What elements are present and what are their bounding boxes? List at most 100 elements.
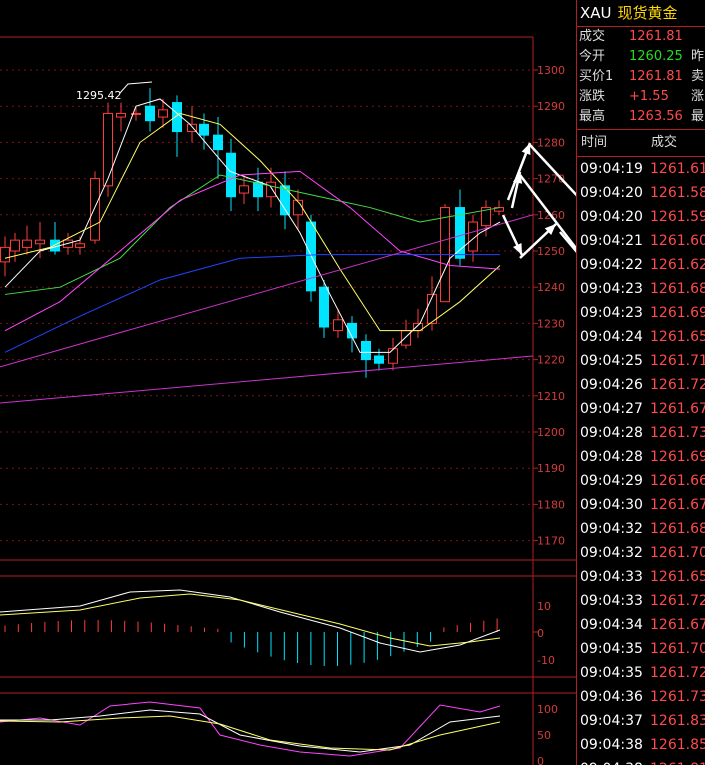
candle-body bbox=[22, 239, 32, 248]
tick-price: 1261.85 bbox=[650, 737, 705, 753]
y-tick-label: 1240 bbox=[537, 281, 565, 294]
candle-body bbox=[116, 112, 126, 118]
tick-row: 09:04:22 1261.62 bbox=[577, 253, 705, 277]
candle-body bbox=[0, 246, 10, 263]
tick-time: 09:04:32 bbox=[580, 521, 643, 537]
tick-price: 1261.66 bbox=[650, 473, 705, 489]
ma10-line bbox=[4, 112, 501, 332]
tick-price: 1261.68 bbox=[650, 281, 705, 297]
tick-row: 09:04:20 1261.59 bbox=[577, 205, 705, 229]
tick-row: 09:04:28 1261.69 bbox=[577, 445, 705, 469]
tick-price: 1261.73 bbox=[650, 425, 705, 441]
tick-row: 09:04:23 1261.69 bbox=[577, 301, 705, 325]
tick-price: 1261.58 bbox=[650, 185, 705, 201]
tick-price: 1261.67 bbox=[650, 401, 705, 417]
tick-row: 09:04:33 1261.65 bbox=[577, 565, 705, 589]
quote-label: 今开 bbox=[579, 49, 606, 64]
macd-tick-label: -10 bbox=[537, 654, 555, 667]
high-marker bbox=[119, 81, 153, 94]
tick-time: 09:04:37 bbox=[580, 713, 643, 729]
tick-list[interactable]: 09:04:19 1261.61 09:04:20 1261.58 09:04:20 12… bbox=[577, 157, 705, 765]
tick-price: 1261.83 bbox=[650, 713, 705, 729]
tick-row: 09:04:35 1261.70 bbox=[577, 637, 705, 661]
quote-label: 最高 bbox=[579, 109, 606, 124]
quote-label: 成交 bbox=[579, 29, 606, 44]
tick-time: 09:04:33 bbox=[580, 593, 643, 609]
tick-time: 09:04:23 bbox=[580, 305, 643, 321]
y-tick-label: 1280 bbox=[537, 136, 565, 149]
quote-right-label: 最 bbox=[691, 109, 705, 124]
tick-price: 1261.65 bbox=[650, 329, 705, 345]
tick-time: 09:04:26 bbox=[580, 377, 643, 393]
y-tick-label: 1210 bbox=[537, 390, 565, 403]
tick-time: 09:04:20 bbox=[580, 185, 643, 201]
quote-label: 买价1 bbox=[579, 69, 614, 84]
candle-body bbox=[75, 243, 85, 248]
quote-value: 1261.81 bbox=[629, 69, 683, 84]
y-tick-label: 1190 bbox=[537, 462, 565, 475]
tick-price: 1261.61 bbox=[650, 161, 705, 177]
tick-price: 1261.67 bbox=[650, 617, 705, 633]
candle-body bbox=[172, 102, 182, 133]
tick-price: 1261.81 bbox=[650, 757, 705, 765]
symbol-name: 现货黄金 bbox=[617, 4, 678, 22]
tick-time: 09:04:25 bbox=[580, 353, 643, 369]
tick-row: 09:04:23 1261.68 bbox=[577, 277, 705, 301]
candle-body bbox=[199, 123, 209, 136]
ma5-line bbox=[4, 98, 501, 353]
quote-right-label: 涨 bbox=[691, 89, 705, 104]
quote-right-label: 卖 bbox=[691, 69, 705, 84]
trend-line bbox=[0, 355, 534, 404]
tick-price: 1261.62 bbox=[650, 257, 705, 273]
candle-body bbox=[10, 239, 20, 252]
macd-tick-label: 10 bbox=[537, 600, 551, 613]
candle-body bbox=[158, 109, 168, 118]
kdj-j-line bbox=[0, 701, 501, 757]
tick-time: 09:04:19 bbox=[580, 161, 643, 177]
y-tick-label: 1290 bbox=[537, 100, 565, 113]
tick-time: 09:04:28 bbox=[580, 425, 643, 441]
tick-price: 1261.70 bbox=[650, 641, 705, 657]
high-price-label: 1295.42 bbox=[76, 89, 122, 102]
tick-time: 09:04:27 bbox=[580, 401, 643, 417]
ticks-header: 时间 成交 bbox=[577, 129, 705, 157]
tick-row: 09:04:35 1261.72 bbox=[577, 661, 705, 685]
candle-body bbox=[374, 355, 384, 364]
tick-time: 09:04:28 bbox=[580, 449, 643, 465]
candle-body bbox=[239, 185, 249, 194]
tick-row: 09:04:24 1261.65 bbox=[577, 325, 705, 349]
tick-price: 1261.69 bbox=[650, 305, 705, 321]
candle-body bbox=[361, 341, 371, 361]
tick-row: 09:04:27 1261.67 bbox=[577, 397, 705, 421]
kdj-k-line bbox=[0, 709, 501, 753]
macd-dea-line bbox=[0, 593, 501, 647]
y-tick-label: 1170 bbox=[537, 535, 565, 548]
quote-title: XAU 现货黄金 bbox=[577, 0, 705, 27]
quote-label: 涨跌 bbox=[579, 89, 606, 104]
quote-value: 1263.56 bbox=[629, 109, 683, 124]
tick-row: 09:04:37 1261.83 bbox=[577, 709, 705, 733]
tick-price: 1261.71 bbox=[650, 353, 705, 369]
tick-time: 09:04:23 bbox=[580, 281, 643, 297]
candle-body bbox=[35, 239, 45, 245]
y-tick-label: 1220 bbox=[537, 354, 565, 367]
quote-row: 今开 1260.25 昨 bbox=[577, 47, 705, 67]
chart-area[interactable]: 1300129012801270126012501240123012201210… bbox=[0, 0, 576, 765]
tick-price: 1261.73 bbox=[650, 689, 705, 705]
quote-rows: 成交 1261.81 今开 1260.25 昨 买价1 1261.81 卖 涨跌… bbox=[577, 27, 705, 127]
quote-right-label: 昨 bbox=[691, 49, 705, 64]
kdj-tick-label: 0 bbox=[537, 755, 544, 765]
kline-chart[interactable]: 1300129012801270126012501240123012201210… bbox=[0, 0, 576, 765]
tick-row: 09:04:20 1261.58 bbox=[577, 181, 705, 205]
tick-time: 09:04:32 bbox=[580, 545, 643, 561]
candle-body bbox=[103, 112, 113, 187]
tick-price: 1261.60 bbox=[650, 233, 705, 249]
tick-row: 09:04:38 1261.85 bbox=[577, 733, 705, 757]
tick-time: 09:04:29 bbox=[580, 473, 643, 489]
tick-time: 09:04:35 bbox=[580, 665, 643, 681]
tick-row: 09:04:38 1261.81 bbox=[577, 757, 705, 765]
tick-time: 09:04:35 bbox=[580, 641, 643, 657]
tick-row: 09:04:21 1261.60 bbox=[577, 229, 705, 253]
tick-time: 09:04:22 bbox=[580, 257, 643, 273]
candle-body bbox=[401, 330, 411, 346]
